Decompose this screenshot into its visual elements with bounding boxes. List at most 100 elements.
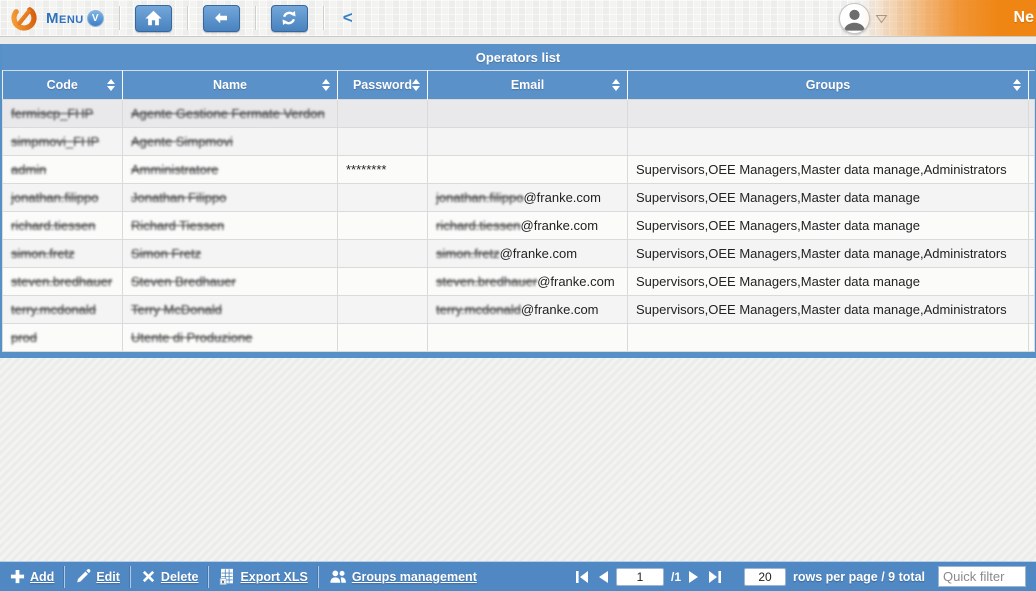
cell-spacer	[1029, 212, 1035, 240]
cell-password	[338, 268, 428, 296]
column-header-email[interactable]: Email	[428, 71, 628, 100]
page-count-label: /1	[671, 570, 681, 584]
cell-name: Agente Gestione Fermate Verdon	[123, 100, 338, 128]
brand-gradient: Ne	[861, 0, 1036, 36]
toolbar-separator	[187, 6, 188, 30]
brand-text: Ne	[1014, 9, 1036, 27]
column-header-groups[interactable]: Groups	[628, 71, 1029, 100]
cell-password	[338, 212, 428, 240]
table-row[interactable]: terry.mcdonaldTerry McDonaldterry.mcdona…	[3, 296, 1035, 324]
cell-email: jonathan.filippo@franke.com	[428, 184, 628, 212]
users-icon	[329, 569, 347, 584]
cell-name: Simon Fretz	[123, 240, 338, 268]
cell-code: steven.bredhauer	[3, 268, 123, 296]
operators-table: CodeName Password Email Groups fermiscp_FHP…	[2, 70, 1035, 352]
home-icon	[144, 9, 163, 27]
cell-name: Agente Simpmovi	[123, 128, 338, 156]
app-logo-icon[interactable]	[8, 3, 40, 33]
cell-spacer	[1029, 128, 1035, 156]
cell-groups: Supervisors,OEE Managers,Master data man…	[628, 156, 1029, 184]
cell-password	[338, 324, 428, 352]
cell-spacer	[1029, 296, 1035, 324]
collapse-toolbar-arrow[interactable]: <	[343, 8, 353, 28]
previous-page-button[interactable]	[597, 570, 609, 584]
refresh-button[interactable]	[271, 5, 308, 32]
export-xls-button[interactable]: x Export XLS	[209, 562, 317, 591]
cell-name: Terry McDonald	[123, 296, 338, 324]
quick-filter-input[interactable]	[938, 566, 1026, 587]
delete-button[interactable]: Delete	[131, 562, 209, 591]
cell-code: simon.fretz	[3, 240, 123, 268]
refresh-icon	[280, 9, 298, 27]
menu-version-badge: V	[87, 10, 104, 27]
grid-title: Operators list	[2, 44, 1034, 70]
column-label: Groups	[806, 78, 850, 92]
menu-button[interactable]: Menu	[46, 10, 84, 27]
pencil-icon	[75, 569, 91, 584]
cell-password	[338, 240, 428, 268]
column-header-code[interactable]: Code	[3, 71, 123, 100]
next-page-button[interactable]	[688, 570, 700, 584]
cell-name: Richard Tiessen	[123, 212, 338, 240]
cell-name: Utente di Produzione	[123, 324, 338, 352]
spacer-band	[0, 37, 1036, 44]
table-row[interactable]: jonathan.filippoJonathan Filippo jonathan…	[3, 184, 1035, 212]
cell-email: simon.fretz@franke.com	[428, 240, 628, 268]
table-row[interactable]: fermiscp_FHPAgente Gestione Fermate Verd…	[3, 100, 1035, 128]
table-row[interactable]: richard.tiessenRichard Tiessenrichard.ti…	[3, 212, 1035, 240]
column-header-password[interactable]: Password	[338, 71, 428, 100]
cell-spacer	[1029, 100, 1035, 128]
column-label: Password	[353, 78, 412, 92]
back-button[interactable]	[203, 5, 240, 32]
cell-code: admin	[3, 156, 123, 184]
add-button[interactable]: Add	[0, 562, 64, 591]
column-header-spacer	[1029, 71, 1035, 100]
cell-groups: Supervisors,OEE Managers,Master data man…	[628, 184, 1029, 212]
column-label: Email	[511, 78, 544, 92]
table-row[interactable]: prodUtente di Produzione	[3, 324, 1035, 352]
column-header-name[interactable]: Name	[123, 71, 338, 100]
operators-table-body: fermiscp_FHPAgente Gestione Fermate Verd…	[3, 100, 1035, 352]
top-bar: Menu V < Ne	[0, 0, 1036, 37]
back-arrow-icon	[212, 10, 230, 26]
cell-spacer	[1029, 156, 1035, 184]
sort-icon[interactable]	[107, 79, 115, 91]
first-page-button[interactable]	[574, 570, 590, 584]
cell-spacer	[1029, 184, 1035, 212]
sort-icon[interactable]	[1013, 79, 1021, 91]
sort-icon[interactable]	[612, 79, 620, 91]
table-row[interactable]: steven.bredhauerSteven Bredhauer steven.b…	[3, 268, 1035, 296]
cell-email	[428, 156, 628, 184]
workspace-background	[0, 358, 1036, 561]
last-page-button[interactable]	[707, 570, 723, 584]
page-number-input[interactable]	[616, 568, 664, 586]
pagination: /1 rows per page / 9 total	[574, 566, 1036, 587]
cell-name: Amministratore	[123, 156, 338, 184]
x-icon	[141, 569, 156, 584]
cell-password	[338, 296, 428, 324]
cell-name: Jonathan Filippo	[123, 184, 338, 212]
cell-groups: Supervisors,OEE Managers,Master data man…	[628, 296, 1029, 324]
rows-summary-label: rows per page / 9 total	[793, 570, 925, 584]
toolbar-separator	[323, 6, 324, 30]
cell-email	[428, 100, 628, 128]
sort-icon[interactable]	[322, 79, 330, 91]
edit-button[interactable]: Edit	[65, 562, 130, 591]
cell-name: Steven Bredhauer	[123, 268, 338, 296]
cell-password	[338, 128, 428, 156]
sort-icon[interactable]	[412, 79, 420, 91]
cell-password	[338, 184, 428, 212]
cell-code: prod	[3, 324, 123, 352]
rows-per-page-input[interactable]	[744, 568, 786, 586]
cell-email: terry.mcdonald@franke.com	[428, 296, 628, 324]
groups-management-button[interactable]: Groups management	[319, 562, 487, 591]
cell-email: steven.bredhauer@franke.com	[428, 268, 628, 296]
table-row[interactable]: simon.fretzSimon Fretz simon.fretz@franke…	[3, 240, 1035, 268]
table-row[interactable]: simpmovi_FHPAgente Simpmovi	[3, 128, 1035, 156]
cell-groups: Supervisors,OEE Managers,Master data man…	[628, 268, 1029, 296]
cell-spacer	[1029, 324, 1035, 352]
table-row[interactable]: adminAmministratore********Supervisors,O…	[3, 156, 1035, 184]
home-button[interactable]	[135, 5, 172, 32]
cell-code: jonathan.filippo	[3, 184, 123, 212]
toolbar-separator	[119, 6, 120, 30]
